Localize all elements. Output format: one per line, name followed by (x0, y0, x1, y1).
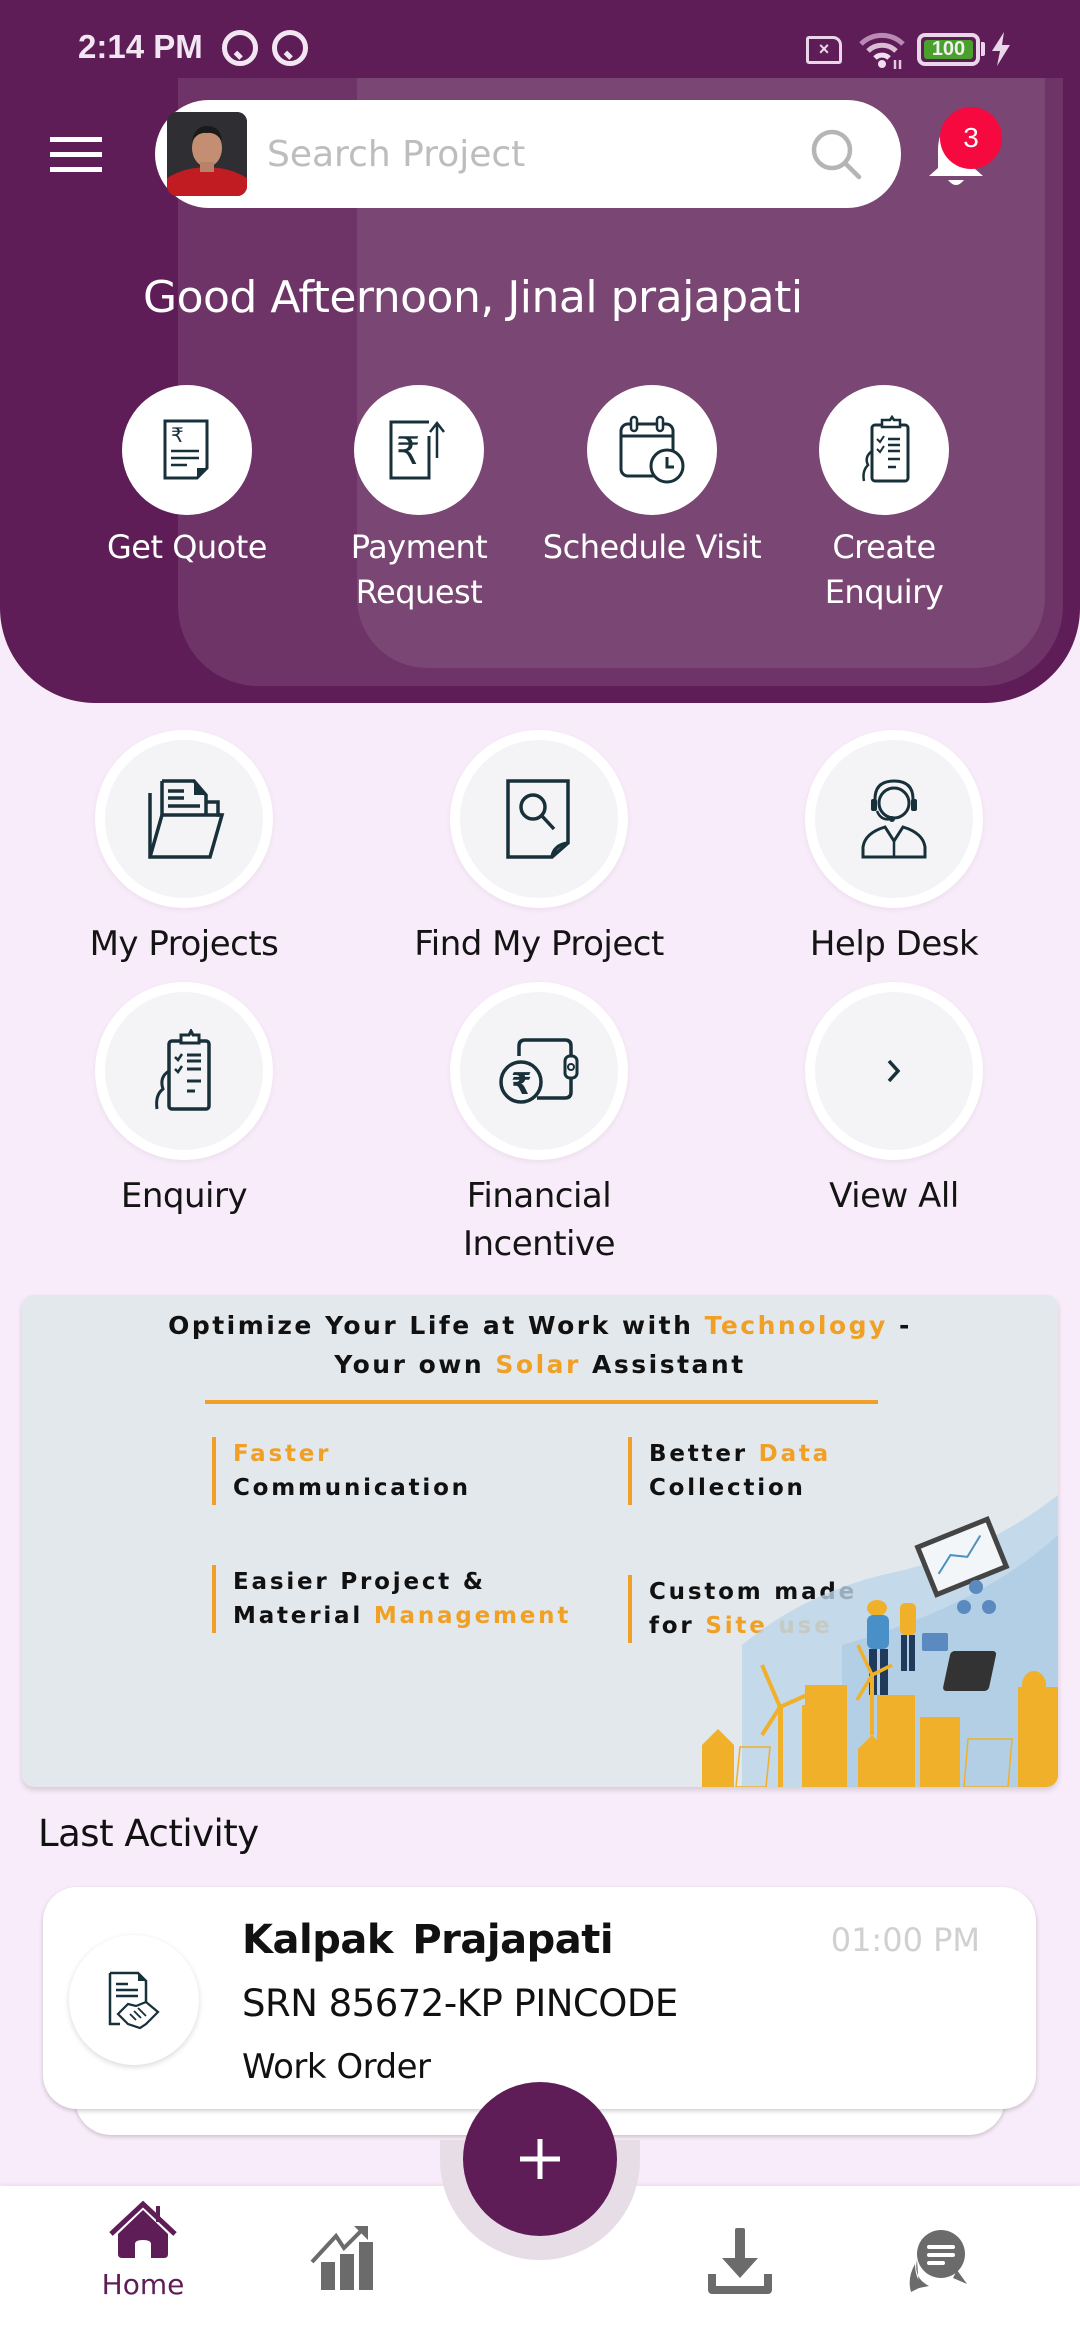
chat-icon (909, 2230, 967, 2292)
quote-document-icon: ₹ (163, 419, 209, 480)
banner-feature: Faster Communication (212, 1437, 471, 1505)
battery-tip (981, 42, 985, 56)
activity-card[interactable]: Kalpak Prajapati 01:00 PM SRN 85672-KP P… (43, 1887, 1036, 2109)
grid-label: Help Desk (809, 924, 979, 964)
quick-action-get-quote[interactable]: ₹ Get Quote (71, 385, 303, 570)
analytics-chart-icon (310, 2226, 373, 2290)
nav-download[interactable] (670, 2200, 810, 2330)
svg-text:₹: ₹ (396, 429, 420, 473)
grid-circle (805, 982, 983, 1160)
menu-icon[interactable] (50, 137, 102, 173)
banner-divider (205, 1400, 878, 1404)
sim-missing-icon: × (806, 36, 842, 64)
banner-feature: Easier Project & Material Management (212, 1565, 571, 1633)
grid-item-help-desk[interactable]: Help Desk (744, 730, 1044, 968)
section-title: Last Activity (38, 1812, 259, 1855)
search-input[interactable] (267, 128, 767, 180)
quick-action-circle (587, 385, 717, 515)
activity-name: Kalpak Prajapati (242, 1917, 614, 1963)
grid-item-financial-incentive[interactable]: ₹ Financial Incentive (389, 982, 689, 1268)
svg-text:₹: ₹ (171, 423, 184, 447)
grid-label: Financial Incentive (462, 1176, 616, 1264)
banner-title-line1: Optimize Your Life at Work with Technolo… (168, 1311, 912, 1340)
quick-action-schedule-visit[interactable]: Schedule Visit (536, 385, 768, 570)
search-icon[interactable] (809, 127, 863, 181)
grid-item-enquiry[interactable]: Enquiry (34, 982, 334, 1220)
notification-badge: 3 (940, 107, 1002, 169)
grid-circle: ₹ (450, 982, 628, 1160)
status-time: 2:14 PM (78, 28, 203, 65)
app-notification-icon (272, 30, 308, 66)
avatar[interactable] (167, 112, 247, 196)
grid-label: My Projects (89, 924, 279, 964)
grid-circle (450, 730, 628, 908)
svg-text:₹: ₹ (511, 1067, 532, 1102)
grid-item-view-all[interactable]: View All (744, 982, 1044, 1220)
nav-home-label: Home (101, 2268, 185, 2301)
quick-action-circle (819, 385, 949, 515)
chevron-right-icon (887, 1059, 901, 1083)
quick-action-label: Payment Request (350, 528, 488, 611)
handshake-document-icon (108, 1971, 160, 2030)
plus-icon (520, 2139, 560, 2179)
battery-level: 100 (924, 39, 973, 59)
document-search-icon (506, 779, 570, 859)
grid-label: View All (829, 1176, 959, 1216)
battery-icon: 100 (917, 33, 980, 66)
home-icon (109, 2200, 177, 2258)
wallet-rupee-icon: ₹ (499, 1038, 579, 1104)
activity-time: 01:00 PM (830, 1921, 980, 1959)
folder-icon (148, 779, 225, 859)
grid-item-my-projects[interactable]: My Projects (34, 730, 334, 968)
quick-action-label: Schedule Visit (542, 528, 762, 566)
nav-chat[interactable] (867, 2200, 1007, 2330)
grid-circle (95, 730, 273, 908)
grid-circle (805, 730, 983, 908)
nav-analytics[interactable] (275, 2200, 415, 2330)
activity-type: Work Order (242, 2047, 431, 2087)
banner-title-line2: Your own Solar Assistant (334, 1350, 746, 1379)
quick-action-create-enquiry[interactable]: Create Enquiry (768, 385, 1000, 615)
charging-icon (992, 32, 1010, 66)
wifi-icon (859, 32, 905, 69)
quick-action-payment-request[interactable]: ₹ Payment Request (303, 385, 535, 615)
app-notification-icon (222, 30, 258, 66)
clipboard-checklist-icon (862, 415, 910, 483)
quick-action-circle: ₹ (354, 385, 484, 515)
quick-action-label: Get Quote (107, 528, 267, 566)
activity-reference: SRN 85672-KP PINCODE (242, 1982, 678, 2025)
grid-item-find-my-project[interactable]: Find My Project (389, 730, 689, 968)
nav-home[interactable]: Home (73, 2200, 213, 2330)
promo-banner[interactable]: Optimize Your Life at Work with Technolo… (22, 1295, 1058, 1787)
download-icon (708, 2228, 772, 2294)
grid-label: Enquiry (120, 1176, 248, 1216)
payment-request-icon: ₹ (389, 420, 445, 480)
quick-action-circle: ₹ (122, 385, 252, 515)
calendar-clock-icon (619, 415, 685, 484)
solar-city-illustration (702, 1495, 1058, 1787)
search-bar[interactable] (155, 100, 901, 208)
grid-label: Find My Project (414, 924, 664, 964)
greeting: Good Afternoon, Jinal prajapati (143, 272, 803, 323)
add-button[interactable] (463, 2082, 617, 2236)
grid-circle (95, 982, 273, 1160)
quick-action-label: Create Enquiry (824, 528, 944, 611)
support-agent-icon (861, 779, 927, 859)
activity-icon-circle (69, 1935, 199, 2065)
clipboard-checklist-icon (155, 1029, 211, 1111)
